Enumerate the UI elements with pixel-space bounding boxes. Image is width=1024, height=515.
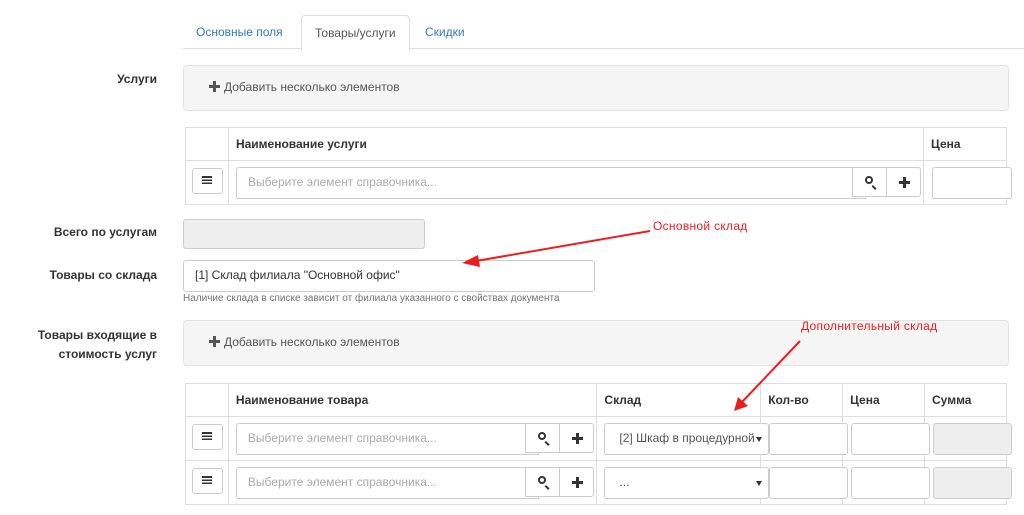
table-row: Выберите элемент справочника... [2] Шкаф… [185,416,1013,461]
services-label: Услуги [117,72,157,86]
goods-warehouse-select[interactable]: ... [604,467,770,499]
services-name-header: Наименование услуги [227,127,925,161]
goods-select-input[interactable]: Выберите элемент справочника... [235,423,539,455]
table-row: Выберите элемент справочника... [185,160,1013,205]
goods-add-label: Добавить несколько элементов [224,335,400,349]
goods-warehouse-value: [2] Шкаф в процедурной [619,431,755,445]
annotation-extra-warehouse: Дополнительный склад [801,319,938,333]
services-price-header: Цена [923,127,1007,161]
goods-label: Товары входящие в стоимость услуг [37,328,157,361]
services-handle-header [185,127,229,161]
plus-icon [898,177,910,188]
row-drag-handle[interactable] [192,168,223,194]
tab-goods-services[interactable]: Товары/услуги [301,15,410,51]
goods-add-multiple-button[interactable]: Добавить несколько элементов [209,333,400,351]
table-row: Выберите элемент справочника... ... [185,460,1013,505]
goods-qty-input[interactable] [769,467,849,499]
warehouse-label: Товары со склада [49,268,157,282]
goods-handle-header [185,383,229,417]
service-search-button[interactable] [851,167,887,197]
goods-table: Наименование товара Склад Кол-во Цена Су… [185,383,1013,505]
goods-price-input[interactable] [851,423,931,455]
drag-handle-icon [202,432,212,441]
goods-sum-field [933,467,1013,499]
row-drag-handle[interactable] [192,424,223,450]
goods-warehouse-select[interactable]: [2] Шкаф в процедурной [604,423,770,455]
drag-handle-icon [202,176,212,185]
goods-search-button[interactable] [524,423,560,453]
goods-qty-header: Кол-во [760,383,844,417]
goods-sum-field [933,423,1013,455]
goods-price-header: Цена [842,383,926,417]
goods-warehouse-value: ... [619,475,630,489]
goods-qty-input[interactable] [769,423,849,455]
goods-select-input[interactable]: Выберите элемент справочника... [235,467,539,499]
warehouse-help-text: Наличие склада в списке зависит от филиа… [183,293,560,304]
plus-icon [571,433,583,444]
goods-add-button[interactable] [558,467,594,497]
services-add-panel: Добавить несколько элементов [183,65,1009,111]
warehouse-input[interactable]: [1] Склад филиала "Основной офис" [183,260,595,292]
service-add-button[interactable] [885,167,921,197]
row-drag-handle[interactable] [192,468,223,494]
goods-add-button[interactable] [558,423,594,453]
service-price-input[interactable] [932,167,1013,199]
goods-warehouse-header: Склад [596,383,762,417]
plus-icon [209,336,220,347]
services-add-label: Добавить несколько элементов [224,80,400,94]
goods-price-input[interactable] [851,467,931,499]
services-table: Наименование услуги Цена Выберите элемен… [185,127,1013,205]
goods-name-header: Наименование товара [227,383,598,417]
plus-icon [209,81,220,92]
tab-discounts[interactable]: Скидки [412,15,478,49]
search-icon [537,476,546,484]
services-total-label: Всего по услугам [53,225,157,239]
goods-sum-header: Сумма [924,383,1007,417]
search-icon [537,432,546,440]
service-select-input[interactable]: Выберите элемент справочника... [235,167,866,199]
plus-icon [571,477,583,488]
services-total-field [183,219,425,249]
goods-search-button[interactable] [524,467,560,497]
annotation-main-warehouse: Основной склад [653,219,748,233]
search-icon [864,176,873,184]
tab-main-fields[interactable]: Основные поля [183,15,296,49]
services-add-multiple-button[interactable]: Добавить несколько элементов [209,78,400,96]
drag-handle-icon [202,476,212,485]
